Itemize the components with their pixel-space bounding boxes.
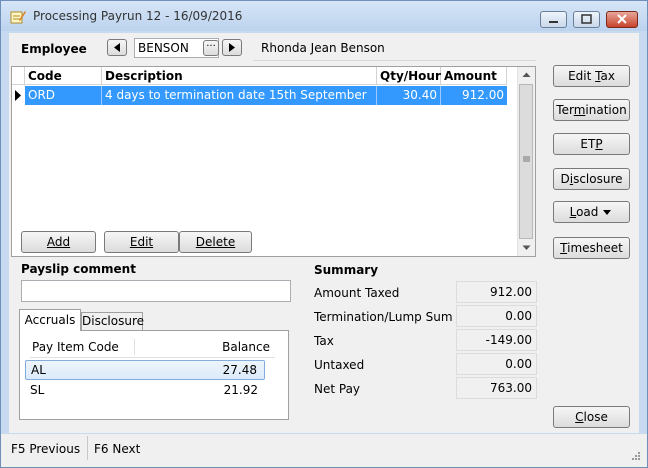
grid-header-code[interactable]: Code (25, 67, 102, 85)
prev-employee-button[interactable] (107, 39, 127, 56)
payrun-window: Processing Payrun 12 - 16/09/2016 Employ… (0, 0, 648, 468)
row-indicator-header (12, 67, 25, 85)
row-code: ORD (25, 86, 102, 105)
arrow-left-icon (114, 43, 120, 52)
maximize-icon (581, 14, 592, 24)
scroll-thumb[interactable] (519, 84, 533, 239)
pay-items-grid[interactable]: Code Description Qty/Hours Amount ORD 4 … (11, 66, 536, 257)
client-area: Employee BENSON ··· Rhonda Jean Benson C… (9, 33, 639, 433)
window-title: Processing Payrun 12 - 16/09/2016 (33, 9, 243, 23)
grid-header-description[interactable]: Description (102, 67, 377, 85)
accruals-header-balance: Balance (222, 340, 270, 354)
employee-lookup-button[interactable]: ··· (203, 40, 219, 56)
status-bar: F5 Previous F6 Next (1, 434, 647, 467)
close-button[interactable]: Close (553, 406, 630, 428)
termination-lump-sum-value: 0.00 (456, 305, 537, 327)
disclosure-button[interactable]: Disclosure (553, 168, 630, 190)
net-pay-value: 763.00 (456, 377, 537, 399)
net-pay-label: Net Pay (314, 382, 361, 396)
maximize-button[interactable] (573, 11, 600, 28)
grid-header-qty[interactable]: Qty/Hours (377, 67, 448, 85)
tax-value: -149.00 (456, 329, 537, 351)
employee-code-field[interactable]: BENSON ··· (134, 38, 219, 58)
title-bar[interactable]: Processing Payrun 12 - 16/09/2016 (1, 1, 647, 31)
f6-next-status[interactable]: F6 Next (94, 442, 140, 456)
list-item[interactable]: AL 27.48 (25, 360, 265, 380)
table-row[interactable]: ORD 4 days to termination date 15th Sept… (25, 86, 507, 105)
accruals-header-code: Pay Item Code (32, 340, 119, 354)
accruals-panel: Pay Item Code Balance AL 27.48 SL 21.92 (19, 330, 289, 420)
untaxed-value: 0.00 (456, 353, 537, 375)
scroll-down-icon[interactable] (522, 245, 531, 251)
current-row-pointer-icon (15, 90, 21, 101)
dropdown-arrow-icon (603, 210, 612, 215)
notepad-pencil-icon (10, 11, 26, 24)
next-employee-button[interactable] (222, 39, 242, 56)
grip-icon (523, 156, 530, 162)
timesheet-button[interactable]: Timesheet (553, 237, 630, 259)
scroll-up-icon[interactable] (522, 72, 531, 78)
add-button[interactable]: Add (21, 231, 96, 253)
f5-previous-status[interactable]: F5 Previous (11, 442, 80, 456)
close-window-button[interactable] (606, 11, 638, 28)
amount-taxed-label: Amount Taxed (314, 286, 400, 300)
termination-lump-sum-label: Termination/Lump Sum (314, 310, 453, 324)
etp-button[interactable]: ETP (553, 133, 630, 155)
arrow-right-icon (229, 43, 235, 52)
edit-tax-button[interactable]: Edit Tax (553, 65, 630, 87)
resize-grip-icon[interactable] (631, 451, 641, 461)
edit-button[interactable]: Edit (104, 231, 179, 253)
list-item[interactable]: SL 21.92 (25, 381, 265, 401)
row-description: 4 days to termination date 15th Septembe… (102, 86, 377, 105)
untaxed-label: Untaxed (314, 358, 365, 372)
amount-taxed-value: 912.00 (456, 281, 537, 303)
tab-disclosure[interactable]: Disclosure (81, 312, 144, 331)
employee-label: Employee (21, 42, 87, 56)
minimize-icon (549, 21, 558, 23)
accruals-header-row: Pay Item Code Balance (30, 337, 275, 358)
employee-code: BENSON (138, 41, 189, 55)
row-qty: 30.40 (377, 86, 441, 105)
employee-name: Rhonda Jean Benson (261, 41, 385, 55)
close-icon (617, 14, 627, 24)
payslip-comment-label: Payslip comment (21, 262, 136, 276)
tax-label: Tax (314, 334, 334, 348)
delete-button[interactable]: Delete (179, 231, 252, 253)
payslip-comment-input[interactable] (21, 280, 291, 302)
summary-title: Summary (314, 263, 379, 277)
grid-header-amount[interactable]: Amount (441, 67, 507, 85)
grid-scrollbar[interactable] (517, 67, 535, 256)
load-button[interactable]: Load (553, 201, 630, 223)
termination-button[interactable]: Termination (553, 99, 630, 121)
divider (87, 436, 88, 460)
minimize-button[interactable] (540, 11, 567, 28)
divider (253, 60, 536, 61)
tab-accruals[interactable]: Accruals (19, 309, 81, 331)
row-amount: 912.00 (462, 88, 504, 102)
